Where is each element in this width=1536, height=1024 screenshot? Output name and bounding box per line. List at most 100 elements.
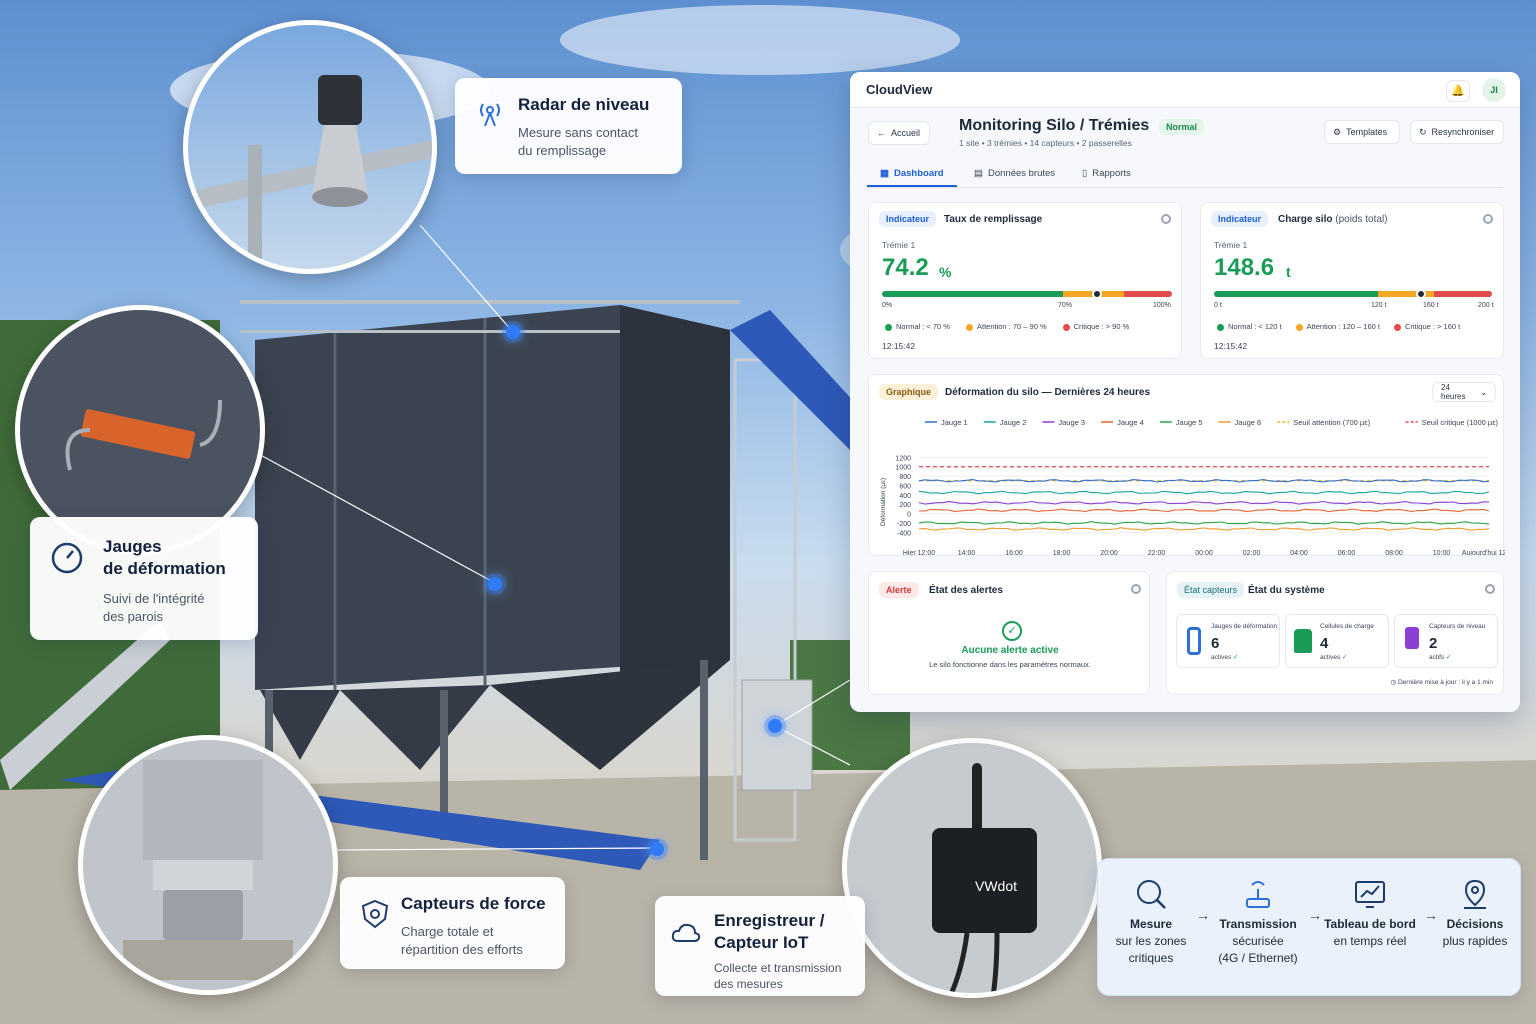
- back-button[interactable]: ← Accueil: [868, 121, 930, 145]
- radar-antenna-icon: [480, 103, 500, 127]
- sensor-status: actifs ✓: [1429, 654, 1452, 661]
- y-tick-label: 1200: [895, 455, 911, 462]
- radar-desc-1: Mesure sans contact: [518, 125, 638, 140]
- page-subtitle: 1 site • 3 trémies • 14 capteurs • 2 pas…: [959, 138, 1132, 148]
- gear-icon[interactable]: [1131, 584, 1141, 594]
- antenna-icon: [1246, 881, 1270, 908]
- avatar[interactable]: JI: [1482, 78, 1506, 102]
- brand-logo[interactable]: CloudView: [866, 82, 932, 97]
- x-tick-label: Aujourd'hui 12:00: [1462, 550, 1505, 555]
- sensor-status: actives ✓: [1320, 654, 1348, 661]
- sensor-label: Cellules de charge: [1320, 623, 1374, 630]
- table-icon: ▤: [974, 168, 983, 179]
- gauges-title-1: Jauges: [103, 537, 162, 556]
- x-tick-label: 02:00: [1243, 550, 1261, 555]
- sensor-card-level[interactable]: Capteurs de niveau 2 actifs ✓: [1394, 614, 1498, 668]
- fill-tick-0: 0%: [882, 302, 893, 309]
- series-line: [918, 527, 1490, 531]
- fill-tick-70: 70%: [1058, 302, 1073, 309]
- y-axis-label: Déformation (µε): [880, 478, 887, 526]
- flow-step-measure: Mesure sur les zones critiques: [1101, 877, 1201, 967]
- sensor-card-load[interactable]: Cellules de charge 4 actives ✓: [1285, 614, 1389, 668]
- gauge-sensor-marker[interactable]: [488, 577, 502, 591]
- tab-raw-data-label: Données brutes: [987, 168, 1056, 179]
- radar-device-image: [188, 75, 432, 269]
- chart-title: Déformation du silo — Dernières 24 heure…: [945, 387, 1151, 398]
- load-tick-160: 160 t: [1423, 302, 1439, 309]
- legend-label: Seuil critique (1000 µε): [1422, 418, 1499, 427]
- resync-button[interactable]: ↻ Resynchroniser: [1410, 120, 1504, 144]
- last-update: ◷ Dernière mise à jour : il y a 1 min: [1390, 679, 1494, 686]
- indicator-tag: Indicateur: [879, 211, 937, 227]
- y-tick-label: 200: [899, 502, 911, 509]
- load-hopper-label: Trémie 1: [1214, 240, 1248, 250]
- bell-icon[interactable]: 🔔: [1446, 80, 1470, 102]
- y-tick-label: 800: [899, 474, 911, 481]
- flow-step-1-title: Mesure: [1129, 917, 1173, 931]
- tab-reports-label: Rapports: [1092, 168, 1131, 179]
- fill-timestamp: 12:15:42: [882, 341, 916, 351]
- flow-step-dashboard: Tableau de bord en temps réel: [1320, 877, 1420, 950]
- sensor-count: 6: [1211, 635, 1220, 652]
- logger-desc-2: des mesures: [714, 977, 783, 991]
- radar-title: Radar de niveau: [518, 95, 650, 114]
- x-tick-label: 16:00: [1005, 550, 1023, 555]
- chevron-down-icon: ⌄: [1480, 387, 1487, 397]
- logger-title-2: Capteur IoT: [714, 933, 809, 952]
- gear-icon[interactable]: [1483, 214, 1493, 224]
- legend-critical: Critique : > 160 t: [1393, 322, 1460, 331]
- fill-legend: Normal : < 70 % Attention : 70 – 90 % Cr…: [885, 322, 1129, 331]
- sensor-count: 2: [1429, 635, 1438, 652]
- load-tick-200: 200 t: [1478, 302, 1494, 309]
- alerts-panel: Alerte État des alertes ✓ Aucune alerte …: [868, 571, 1150, 695]
- logger-desc-1: Collecte et transmission: [714, 961, 842, 975]
- no-alert-sub: Le silo fonctionne dans les paramètres n…: [929, 660, 1091, 669]
- x-tick-label: 04:00: [1290, 550, 1308, 555]
- sensor-card-strain[interactable]: Jauges de déformation 6 actives ✓: [1176, 614, 1280, 668]
- process-flow-card: Mesure sur les zones critiques → Transmi…: [1097, 858, 1521, 996]
- flow-step-2-line2: (4G / Ethernet): [1218, 951, 1298, 965]
- legend-label: Seuil attention (700 µε): [1293, 418, 1370, 427]
- tab-reports[interactable]: ▯ Rapports: [1082, 168, 1131, 179]
- gauges-desc-2: des parois: [103, 609, 163, 624]
- x-tick-label: 18:00: [1053, 550, 1071, 555]
- time-range-select[interactable]: 24 heures ⌄: [1432, 382, 1496, 402]
- fill-tick-100: 100%: [1153, 302, 1171, 309]
- gear-icon[interactable]: [1161, 214, 1171, 224]
- y-tick-label: 400: [899, 493, 911, 500]
- radar-sensor-marker[interactable]: [506, 325, 520, 339]
- grid-icon: ▦: [880, 168, 889, 179]
- load-tick-120: 120 t: [1371, 302, 1387, 309]
- flow-step-decisions: Décisions plus rapides: [1425, 877, 1525, 950]
- force-desc-2: répartition des efforts: [401, 942, 523, 957]
- gauge-search-icon: [1137, 880, 1166, 909]
- legend-attention: Attention : 70 – 90 %: [965, 322, 1047, 331]
- time-range-value: 24 heures: [1441, 383, 1466, 401]
- check-icon: ✓: [1445, 654, 1452, 661]
- x-tick-label: 22:00: [1148, 550, 1166, 555]
- check-icon: ✓: [1233, 654, 1239, 661]
- tab-raw-data[interactable]: ▤ Données brutes: [974, 168, 1055, 179]
- templates-label: Templates: [1346, 127, 1388, 137]
- flow-step-transmission: Transmission sécurisée (4G / Ethernet): [1208, 877, 1308, 967]
- legend-label: Jauge 3: [1058, 418, 1085, 427]
- location-pin-icon: [1464, 879, 1486, 909]
- legend-normal: Normal : < 70 %: [885, 322, 950, 331]
- y-tick-label: -200: [897, 521, 911, 528]
- radar-callout: Radar de niveau Mesure sans contact du r…: [455, 78, 682, 174]
- tab-dashboard[interactable]: ▦ Dashboard: [880, 168, 944, 179]
- legend-label: Jauge 6: [1235, 418, 1262, 427]
- flow-step-1-line1: sur les zones: [1115, 934, 1187, 948]
- templates-button[interactable]: ⚙ Templates: [1324, 120, 1400, 144]
- check-circle-icon: ✓: [1002, 621, 1022, 641]
- flow-step-3-title: Tableau de bord: [1324, 917, 1416, 931]
- force-sensor-marker[interactable]: [650, 842, 664, 856]
- legend-label: Jauge 1: [941, 418, 968, 427]
- load-level-marker: [1415, 289, 1426, 299]
- gauges-title-2: de déformation: [103, 559, 226, 578]
- gear-icon[interactable]: [1485, 584, 1495, 594]
- system-title: État du système: [1248, 585, 1325, 596]
- y-tick-label: 1000: [895, 465, 911, 472]
- status-badge: Normal: [1159, 119, 1205, 135]
- logger-marker[interactable]: [768, 719, 782, 733]
